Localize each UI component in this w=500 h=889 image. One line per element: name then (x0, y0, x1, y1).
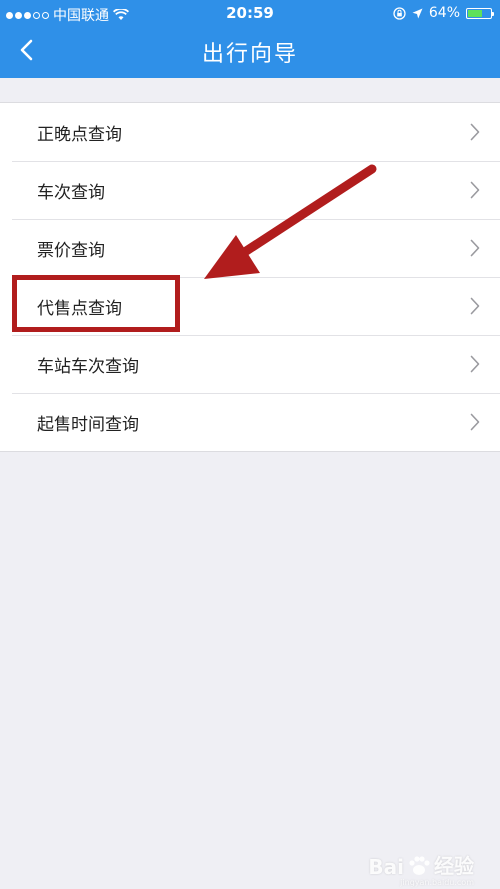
chevron-right-icon (470, 355, 480, 373)
menu-item-label: 起售时间查询 (37, 414, 139, 435)
status-bar: 中国联通 20:59 64% (0, 0, 500, 26)
chevron-right-icon (470, 297, 480, 315)
baidu-paw-icon (409, 856, 430, 875)
chevron-right-icon (470, 239, 480, 257)
navigation-bar: 出行向导 (0, 26, 500, 78)
location-icon (412, 8, 423, 18)
watermark-url: jingyan.baidu.com (400, 878, 474, 887)
menu-item-sale-time-query[interactable]: 起售时间查询 (0, 393, 500, 451)
highlight-box (12, 275, 180, 332)
watermark-suffix: 经验 (434, 854, 474, 878)
menu-item-station-train-query[interactable]: 车站车次查询 (0, 335, 500, 393)
rotation-lock-icon (393, 6, 406, 20)
menu-item-delay-query[interactable]: 正晚点查询 (0, 103, 500, 161)
battery-fill (468, 9, 483, 17)
chevron-right-icon (470, 181, 480, 199)
page-title: 出行向导 (201, 42, 298, 67)
chevron-right-icon (470, 123, 480, 141)
menu-item-label: 正晚点查询 (37, 124, 122, 145)
status-right: 64% (393, 5, 494, 21)
battery-percent: 64% (428, 5, 460, 21)
menu-item-label: 车次查询 (37, 182, 105, 203)
watermark-brand: Bai (368, 855, 404, 879)
header-bar: 中国联通 20:59 64% 出行向导 (0, 0, 500, 78)
annotation-arrow-icon (204, 164, 377, 279)
chevron-right-icon (470, 413, 480, 431)
baidu-watermark: Bai 经验 jingyan.baidu.com (368, 850, 474, 887)
battery-icon (466, 7, 494, 19)
menu-item-label: 车站车次查询 (37, 356, 139, 377)
menu-item-label: 票价查询 (37, 240, 105, 261)
